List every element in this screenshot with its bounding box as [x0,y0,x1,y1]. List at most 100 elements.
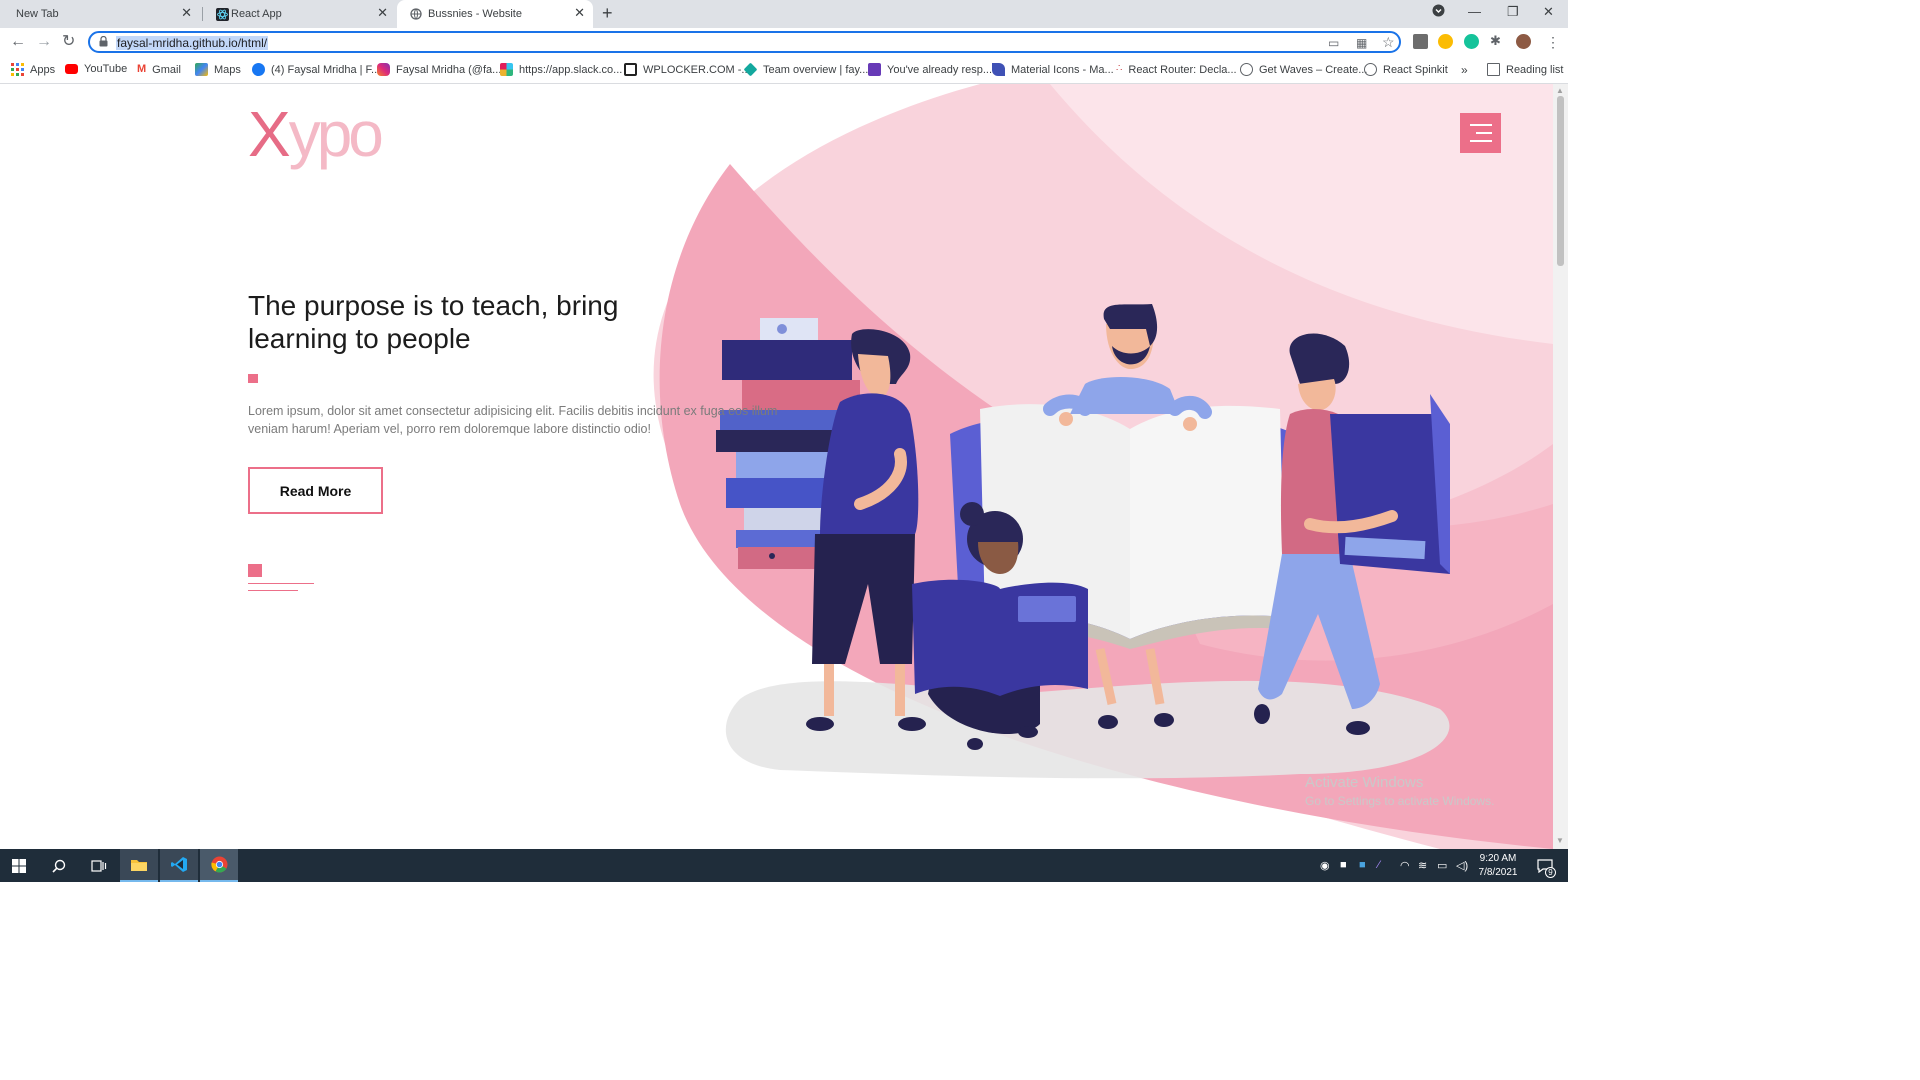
search-icon[interactable] [40,849,78,882]
activate-windows-watermark: Activate Windows Go to Settings to activ… [1305,773,1494,809]
url-text[interactable]: faysal-mridha.github.io/html/ [116,36,269,50]
pen-extension-icon[interactable] [1413,34,1428,49]
react-router-icon: ∴ [1116,63,1123,74]
tab-search-icon[interactable] [1432,4,1445,20]
read-more-button[interactable]: Read More [248,467,383,514]
address-bar[interactable]: faysal-mridha.github.io/html/ ▭ ▦ ☆ [88,31,1401,53]
bookmark-react-spinkit[interactable]: React Spinkit [1364,63,1448,76]
tray-wifi-icon[interactable]: ◠ [1400,859,1410,872]
forms-icon [868,63,881,76]
wplocker-icon [624,63,637,76]
bookmark-team-overview[interactable]: Team overview | fay... [743,62,869,77]
bookmarks-overflow-button[interactable]: » [1461,63,1468,77]
tab-new-tab[interactable]: New Tab ✕ [0,0,200,28]
tray-volume-icon[interactable]: ◁) [1456,859,1468,872]
bookmark-maps[interactable]: Maps [195,63,241,76]
bookmark-instagram[interactable]: Faysal Mridha (@fa... [377,63,501,76]
site-logo[interactable]: Xypo [248,102,384,166]
browser-toolbar: ← → ↻ faysal-mridha.github.io/html/ ▭ ▦ … [0,28,1568,58]
system-clock[interactable]: 9:20 AM 7/8/2021 [1468,852,1528,880]
vscode-icon[interactable] [160,849,198,882]
new-tab-plus-icon[interactable]: + [602,4,613,22]
react-favicon-icon [215,7,229,21]
close-tab-icon[interactable]: ✕ [181,6,192,20]
bookmark-wplocker[interactable]: WPLOCKER.COM -... [624,63,751,76]
qr-code-icon[interactable]: ▦ [1356,36,1367,50]
bookmark-label: https://app.slack.co... [519,63,623,76]
tray-security-icon[interactable]: ■ [1340,859,1347,871]
bookmark-gmail[interactable]: M Gmail [137,63,181,76]
logo-rest: ypo [288,98,384,170]
tray-battery-icon[interactable]: ▭ [1437,859,1447,872]
scroll-up-icon[interactable]: ▲ [1556,86,1564,95]
bookmark-label: Team overview | fay... [763,63,869,76]
accent-square [248,374,258,383]
bookmark-label: Maps [214,63,241,76]
file-explorer-icon[interactable] [120,849,158,882]
forward-arrow-icon[interactable]: → [36,33,52,51]
floor-shadow [725,680,1450,779]
bookmark-get-waves[interactable]: Get Waves – Create... [1240,63,1367,76]
bookmark-apps[interactable]: Apps [11,63,55,76]
bookmark-label: (4) Faysal Mridha | F... [271,63,381,76]
bookmark-forms[interactable]: You've already resp... [868,63,992,76]
hero-body-text: Lorem ipsum, dolor sit amet consectetur … [248,404,778,436]
bookmark-react-router[interactable]: ∴ React Router: Decla... [1116,63,1237,76]
tray-network-icon[interactable]: ≋ [1418,859,1427,872]
close-window-icon[interactable]: ✕ [1543,4,1554,20]
globe-icon [1364,63,1377,76]
hamburger-menu-button[interactable] [1460,113,1501,153]
bookmark-label: React Spinkit [1383,63,1448,76]
web-page: Xypo The purpose is to teach, bring lear… [0,84,1553,849]
task-view-icon[interactable] [80,849,118,882]
reading-list-button[interactable]: Reading list [1487,63,1563,76]
diamond-icon [743,62,758,77]
bookmark-label: React Router: Decla... [1128,63,1237,76]
reading-list-icon [1487,63,1500,76]
reload-icon[interactable]: ↻ [62,33,75,51]
vertical-scrollbar[interactable]: ▲ ▼ [1553,84,1568,849]
bookmark-label: YouTube [84,63,128,75]
bookmark-slack[interactable]: https://app.slack.co... [500,63,622,76]
gmail-icon: M [137,63,147,75]
bookmark-label: Gmail [152,63,181,76]
menu-line [1470,140,1492,142]
tray-chrome-icon[interactable]: ◉ [1320,859,1330,872]
scroll-down-icon[interactable]: ▼ [1556,836,1564,845]
bookmark-label: You've already resp... [887,63,993,76]
avatar[interactable] [1516,34,1531,49]
reading-list-label: Reading list [1506,63,1564,76]
clock-time: 9:20 AM [1479,853,1517,864]
tray-pen-icon[interactable]: ⁄ [1378,859,1380,871]
bulb-extension-icon[interactable] [1438,34,1453,49]
bookmark-material-icons[interactable]: Material Icons - Ma... [992,63,1114,76]
restore-icon[interactable]: ❐ [1507,4,1519,20]
grammarly-extension-icon[interactable] [1464,34,1479,49]
tab-react-app[interactable]: React App ✕ [203,0,396,28]
minimize-icon[interactable]: — [1468,4,1481,19]
tray-app-icon[interactable]: ■ [1359,859,1366,871]
close-tab-icon[interactable]: ✕ [574,6,585,20]
notification-center-icon[interactable]: 9 [1530,849,1560,882]
lock-icon[interactable] [99,36,108,47]
bookmark-facebook[interactable]: (4) Faysal Mridha | F... [252,63,380,76]
windows-start-icon[interactable] [0,849,38,882]
bookmark-star-icon[interactable]: ☆ [1382,34,1395,51]
chrome-icon[interactable] [200,849,238,882]
bookmark-label: WPLOCKER.COM -... [643,63,751,76]
decorative-line [248,590,298,591]
more-menu-icon[interactable]: ⋮ [1546,33,1560,51]
logo-initial: X [248,98,291,170]
tab-bussnies-website[interactable]: Bussnies - Website ✕ [397,0,593,28]
decorative-line [248,583,314,584]
bookmark-label: Apps [30,63,56,76]
watermark-subtitle: Go to Settings to activate Windows. [1305,794,1495,808]
back-arrow-icon[interactable]: ← [10,33,26,51]
hero-headline: The purpose is to teach, bring learning … [248,290,619,354]
close-tab-icon[interactable]: ✕ [377,6,388,20]
decorative-square [248,564,262,577]
cast-icon[interactable]: ▭ [1328,36,1339,50]
puzzle-extensions-icon[interactable]: ✱ [1490,33,1505,48]
scroll-thumb[interactable] [1557,96,1564,266]
bookmark-youtube[interactable]: YouTube [65,63,127,75]
